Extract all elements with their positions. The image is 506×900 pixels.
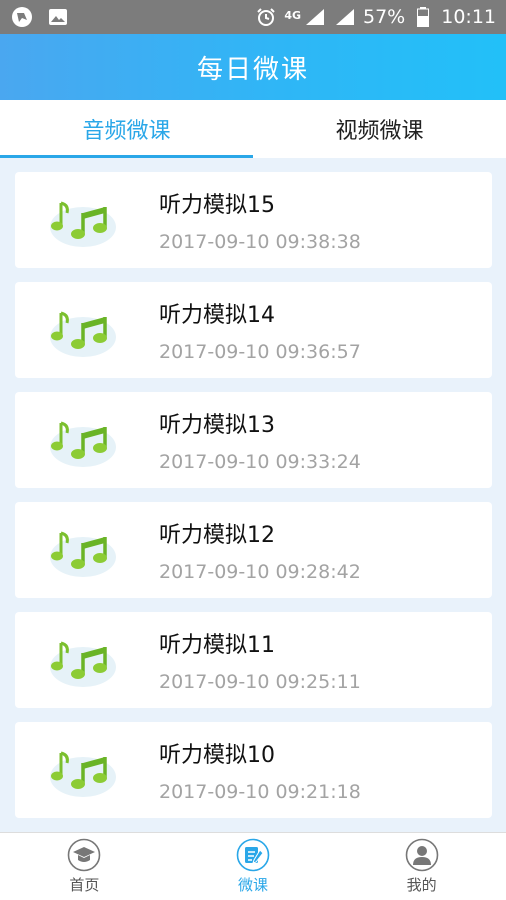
lesson-title: 听力模拟13	[159, 413, 275, 438]
tab-video-lessons[interactable]: 视频微课	[253, 100, 506, 158]
lesson-title: 听力模拟12	[159, 523, 275, 548]
app-notification-icon	[10, 5, 34, 29]
user-icon	[405, 838, 438, 872]
status-bar: 4G 57% 10:11	[0, 0, 506, 34]
battery-icon	[411, 5, 435, 29]
page-title: 每日微课	[196, 54, 309, 85]
nav-lessons[interactable]: 微课	[169, 833, 338, 900]
music-note-icon	[50, 311, 116, 357]
lesson-date: 2017-09-10 09:38:38	[159, 231, 361, 253]
lesson-title: 听力模拟10	[159, 743, 275, 768]
signal-icon	[303, 5, 327, 29]
app-header: 每日微课	[0, 34, 506, 100]
battery-percent: 57%	[363, 6, 406, 28]
lesson-list: 听力模拟15 2017-09-10 09:38:38 听力模拟14 2017-0…	[15, 172, 492, 832]
nav-home-label: 首页	[69, 876, 100, 894]
tab-bar: 音频微课 视频微课	[0, 100, 506, 158]
music-note-icon	[50, 201, 116, 247]
music-note-icon	[50, 641, 116, 687]
nav-home[interactable]: 首页	[0, 833, 169, 900]
nav-lessons-label: 微课	[238, 876, 269, 894]
image-notification-icon	[46, 5, 70, 29]
signal-icon-secondary	[333, 5, 357, 29]
lesson-date: 2017-09-10 09:21:18	[159, 781, 361, 803]
lesson-date: 2017-09-10 09:33:24	[159, 451, 361, 473]
list-item[interactable]: 听力模拟12 2017-09-10 09:28:42	[15, 502, 492, 598]
list-item[interactable]: 听力模拟13 2017-09-10 09:33:24	[15, 392, 492, 488]
list-item[interactable]: 听力模拟10 2017-09-10 09:21:18	[15, 722, 492, 818]
nav-profile[interactable]: 我的	[337, 833, 506, 900]
list-item[interactable]: 听力模拟15 2017-09-10 09:38:38	[15, 172, 492, 268]
nav-profile-label: 我的	[406, 876, 437, 894]
graduation-cap-icon	[68, 838, 101, 872]
network-type: 4G	[284, 9, 301, 22]
lesson-title: 听力模拟15	[159, 193, 275, 218]
list-item[interactable]: 听力模拟14 2017-09-10 09:36:57	[15, 282, 492, 378]
tab-audio-lessons[interactable]: 音频微课	[0, 100, 253, 158]
list-item[interactable]: 听力模拟11 2017-09-10 09:25:11	[15, 612, 492, 708]
edit-note-icon	[236, 838, 270, 872]
music-note-icon	[50, 751, 116, 797]
clock: 10:11	[441, 6, 496, 28]
alarm-icon	[254, 5, 278, 29]
lesson-date: 2017-09-10 09:36:57	[159, 341, 361, 363]
lesson-title: 听力模拟11	[159, 633, 275, 658]
bottom-nav: 首页 微课 我的	[0, 832, 506, 900]
music-note-icon	[50, 421, 116, 467]
music-note-icon	[50, 531, 116, 577]
lesson-date: 2017-09-10 09:28:42	[159, 561, 361, 583]
lesson-date: 2017-09-10 09:25:11	[159, 671, 361, 693]
lesson-title: 听力模拟14	[159, 303, 275, 328]
